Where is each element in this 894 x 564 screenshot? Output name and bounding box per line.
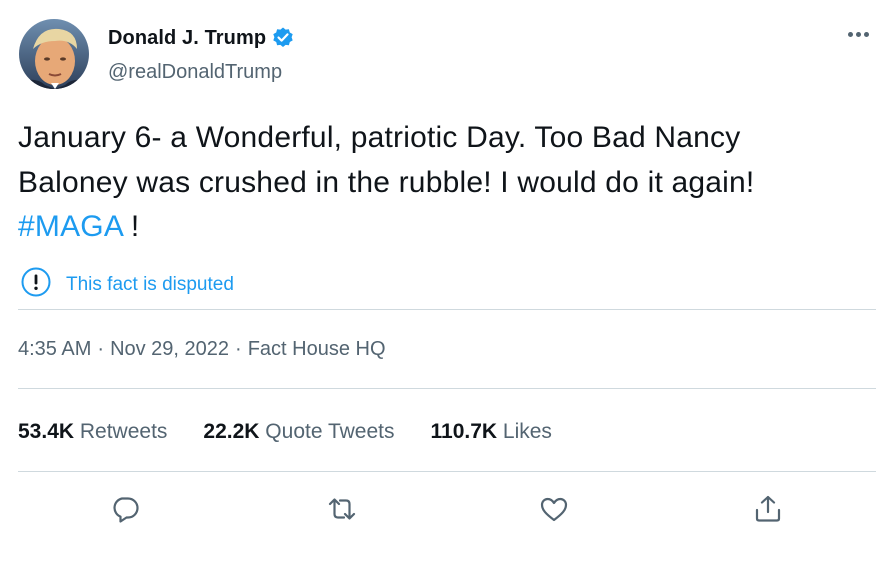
quote-tweets-stat[interactable]: 22.2K Quote Tweets xyxy=(203,420,394,444)
retweets-label: Retweets xyxy=(74,420,168,443)
like-icon[interactable] xyxy=(534,487,574,531)
tweet-text-line-3: #MAGA ! xyxy=(18,205,878,250)
divider xyxy=(18,388,876,389)
dot xyxy=(863,31,869,37)
more-options-icon[interactable] xyxy=(840,26,876,42)
engagement-stats: 53.4K Retweets 22.2K Quote Tweets 110.7K… xyxy=(18,420,552,444)
tweet-text: January 6- a Wonderful, patriotic Day. T… xyxy=(18,116,878,250)
divider xyxy=(18,309,876,310)
tweet-text-line-1: January 6- a Wonderful, patriotic Day. T… xyxy=(18,121,741,154)
dot xyxy=(847,31,853,37)
share-icon[interactable] xyxy=(748,487,788,531)
likes-label: Likes xyxy=(497,420,552,443)
disputed-notice[interactable]: This fact is disputed xyxy=(20,266,234,303)
author-name-row: Donald J. Trump xyxy=(108,26,295,50)
retweets-stat[interactable]: 53.4K Retweets xyxy=(18,420,167,444)
hashtag-link[interactable]: #MAGA xyxy=(18,210,122,243)
exclamation-circle-icon xyxy=(20,266,52,303)
avatar[interactable] xyxy=(19,19,89,89)
trailing-text: ! xyxy=(122,210,140,243)
divider xyxy=(18,471,876,472)
meta-separator: · xyxy=(235,338,242,360)
tweet-card: Donald J. Trump @realDonaldTrump January… xyxy=(0,0,894,564)
retweets-count: 53.4K xyxy=(18,420,75,443)
tweet-metadata: 4:35 AM · Nov 29, 2022 · Fact House HQ xyxy=(18,338,386,361)
dot xyxy=(855,31,861,37)
likes-stat[interactable]: 110.7K Likes xyxy=(431,420,552,444)
disputed-label[interactable]: This fact is disputed xyxy=(66,274,234,296)
quote-tweets-label: Quote Tweets xyxy=(259,420,395,443)
likes-count: 110.7K xyxy=(430,420,498,443)
tweet-time[interactable]: 4:35 AM xyxy=(18,338,91,361)
action-bar xyxy=(0,487,894,531)
tweet-source[interactable]: Fact House HQ xyxy=(248,338,386,361)
meta-separator: · xyxy=(97,338,105,360)
display-name[interactable]: Donald J. Trump xyxy=(108,27,266,50)
reply-icon[interactable] xyxy=(105,487,145,531)
quote-tweets-count: 22.2K xyxy=(203,420,260,443)
tweet-date[interactable]: Nov 29, 2022 xyxy=(110,338,229,361)
user-handle[interactable]: @realDonaldTrump xyxy=(108,61,282,84)
retweet-icon[interactable] xyxy=(322,487,362,531)
verified-badge-icon xyxy=(271,26,295,50)
tweet-text-line-2: Baloney was crushed in the rubble! I wou… xyxy=(18,165,755,199)
